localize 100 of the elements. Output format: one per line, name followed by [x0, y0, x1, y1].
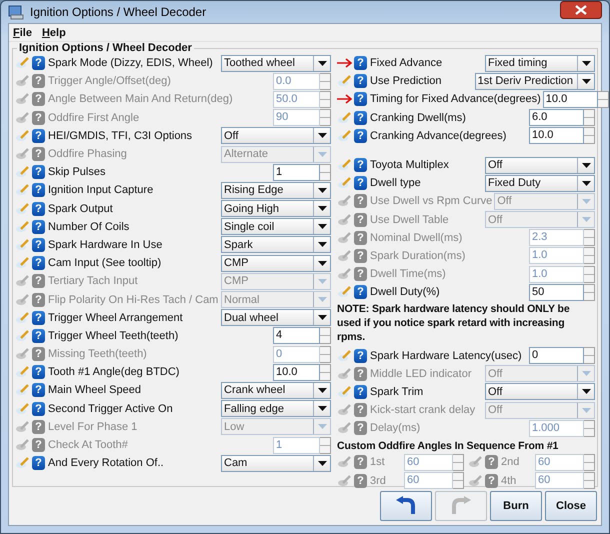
help-icon[interactable]: ?	[32, 438, 45, 452]
help-icon[interactable]: ?	[485, 455, 498, 470]
help-icon[interactable]: ?	[32, 274, 45, 288]
pencil-icon[interactable]	[337, 112, 353, 124]
help-icon[interactable]: ?	[354, 110, 367, 125]
dialog-button[interactable]: Burn	[490, 491, 542, 521]
help-icon[interactable]: ?	[485, 474, 498, 488]
dropdown[interactable]: Off	[485, 156, 595, 174]
dropdown[interactable]: CMP	[221, 254, 331, 272]
help-icon[interactable]: ?	[354, 158, 367, 172]
field-label: Timing for Fixed Advance(degrees)	[370, 93, 541, 106]
dropdown[interactable]: Toothed wheel	[221, 54, 331, 72]
pencil-icon[interactable]	[15, 166, 31, 178]
dropdown[interactable]: Fixed Duty	[485, 174, 595, 192]
help-icon[interactable]: ?	[32, 220, 45, 234]
help-icon[interactable]: ?	[32, 383, 45, 398]
dropdown[interactable]: Dual wheel	[221, 309, 331, 326]
pencil-icon[interactable]	[15, 220, 31, 233]
help-icon[interactable]: ?	[354, 74, 367, 88]
help-icon[interactable]: ?	[32, 238, 45, 252]
help-icon[interactable]: ?	[32, 92, 45, 106]
help-icon[interactable]: ?	[32, 165, 45, 180]
dropdown[interactable]: 1st Deriv Prediction	[474, 72, 595, 90]
dropdown[interactable]: Spark	[221, 236, 331, 254]
pencil-icon[interactable]	[337, 474, 353, 487]
help-icon[interactable]: ?	[354, 230, 367, 245]
help-icon[interactable]: ?	[354, 92, 367, 106]
pencil-icon[interactable]	[15, 312, 31, 324]
pencil-icon[interactable]	[337, 286, 353, 298]
help-icon[interactable]: ?	[354, 403, 367, 418]
pencil-icon[interactable]	[15, 202, 31, 215]
field-label: And Every Rotation Of..	[48, 457, 164, 470]
help-icon[interactable]: ?	[32, 420, 45, 434]
pencil-icon[interactable]	[15, 57, 31, 70]
dropdown[interactable]: Rising Edge	[221, 182, 331, 199]
help-icon[interactable]: ?	[32, 128, 45, 143]
help-icon[interactable]: ?	[32, 328, 45, 343]
pencil-icon[interactable]	[15, 184, 31, 196]
caret-icon	[582, 198, 590, 204]
help-icon[interactable]: ?	[32, 147, 45, 162]
help-icon[interactable]: ?	[32, 456, 45, 470]
pencil-icon[interactable]	[337, 386, 353, 398]
pencil-icon[interactable]	[337, 350, 353, 362]
pencil-icon[interactable]	[15, 457, 31, 470]
help-icon[interactable]: ?	[32, 202, 45, 216]
help-icon[interactable]: ?	[354, 267, 367, 282]
dropdown[interactable]: Crank wheel	[221, 382, 331, 399]
pencil-icon[interactable]	[15, 402, 31, 415]
caret-icon	[582, 162, 590, 168]
help-icon[interactable]: ?	[354, 421, 367, 436]
pencil-icon[interactable]	[468, 456, 484, 468]
help-icon[interactable]: ?	[32, 402, 45, 416]
pencil-icon[interactable]	[15, 384, 31, 396]
pencil-icon[interactable]	[15, 130, 31, 142]
pencil-icon[interactable]	[337, 177, 353, 190]
pencil-icon[interactable]	[15, 366, 31, 378]
help-icon[interactable]: ?	[354, 455, 367, 470]
help-icon[interactable]: ?	[32, 74, 45, 88]
dropdown[interactable]: Off	[221, 127, 331, 144]
dropdown[interactable]: Off	[485, 383, 595, 400]
pencil-icon[interactable]	[337, 159, 353, 172]
help-icon[interactable]: ?	[354, 176, 367, 190]
dropdown[interactable]: Fixed timing	[485, 54, 595, 72]
help-icon[interactable]: ?	[354, 474, 367, 488]
help-icon[interactable]: ?	[32, 292, 45, 307]
pencil-icon[interactable]	[337, 456, 353, 468]
field-label: Spark Mode (Dizzy, EDIS, Wheel)	[48, 57, 213, 70]
dropdown[interactable]: Going High	[221, 200, 331, 218]
help-icon[interactable]: ?	[32, 110, 45, 125]
menu-item[interactable]: File	[13, 26, 32, 38]
help-icon[interactable]: ?	[32, 56, 45, 70]
help-icon[interactable]: ?	[32, 347, 45, 362]
help-icon[interactable]: ?	[32, 183, 45, 198]
dropdown[interactable]: Falling edge	[221, 400, 331, 418]
field-label: Dwell Time(ms)	[370, 268, 446, 280]
dialog-button[interactable]: Close	[545, 491, 597, 521]
close-icon[interactable]	[560, 1, 602, 19]
help-icon[interactable]: ?	[354, 248, 367, 263]
pencil-icon[interactable]	[337, 75, 353, 88]
help-icon[interactable]: ?	[354, 366, 367, 381]
help-icon[interactable]: ?	[354, 348, 367, 363]
menu-item[interactable]: Help	[42, 26, 66, 38]
pencil-icon[interactable]	[468, 474, 484, 487]
help-icon[interactable]: ?	[32, 365, 45, 380]
help-icon[interactable]: ?	[354, 128, 367, 143]
help-icon[interactable]: ?	[354, 56, 367, 70]
help-icon[interactable]: ?	[354, 285, 367, 300]
pencil-icon[interactable]	[15, 257, 31, 270]
help-icon[interactable]: ?	[32, 310, 45, 325]
dropdown[interactable]: Cam	[221, 454, 331, 472]
pencil-icon[interactable]	[337, 130, 353, 142]
dropdown[interactable]: Single coil	[221, 218, 331, 236]
help-icon[interactable]: ?	[32, 256, 45, 270]
pencil-icon[interactable]	[15, 238, 31, 251]
pencil-icon[interactable]	[15, 330, 31, 342]
help-icon[interactable]: ?	[354, 384, 367, 399]
help-icon[interactable]: ?	[354, 212, 367, 227]
undo-button[interactable]	[380, 491, 432, 521]
help-icon[interactable]: ?	[354, 194, 367, 208]
field-label: Use Prediction	[370, 75, 442, 88]
